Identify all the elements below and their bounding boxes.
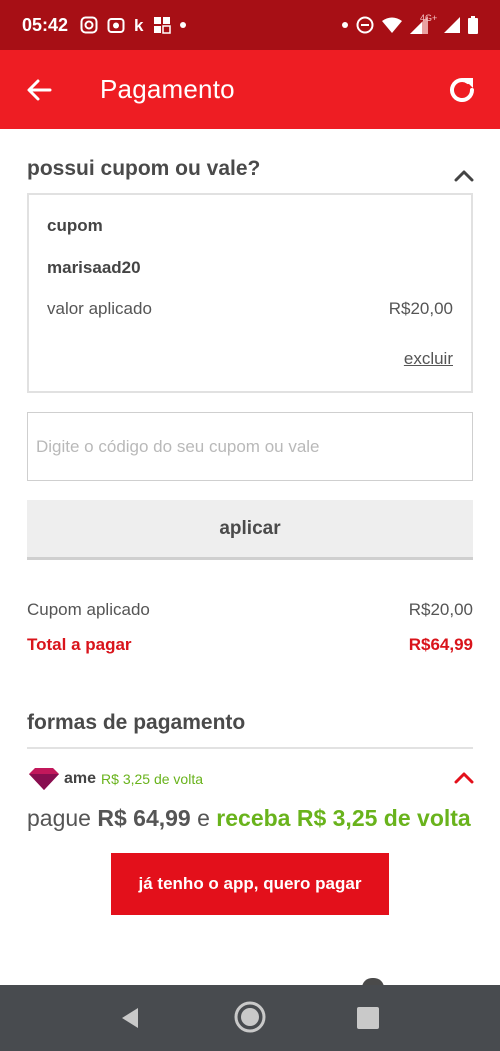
ame-pay-button[interactable]: já tenho o app, quero pagar [111, 853, 389, 915]
network-type: 4G+ [420, 13, 438, 23]
total-value: R$64,99 [408, 635, 473, 654]
coupon-code-input[interactable] [27, 412, 473, 481]
coupon-type-label: cupom [47, 216, 103, 235]
pay-amount: R$ 64,99 [97, 805, 191, 831]
nav-home-icon[interactable] [233, 1000, 267, 1034]
ame-payment-option[interactable]: ame R$ 3,25 de volta [27, 764, 473, 794]
remove-coupon-link[interactable]: excluir [404, 349, 453, 369]
section-divider [27, 747, 473, 749]
battery-icon [468, 16, 478, 34]
wifi-icon [382, 17, 402, 33]
notification-dot-right [342, 22, 348, 28]
app-bar: Pagamento [0, 50, 500, 129]
pay-conj: e [197, 805, 210, 831]
dnd-icon [356, 16, 374, 34]
camera-icon [107, 18, 125, 33]
receive-cashback-text: receba R$ 3,25 de volta [216, 805, 471, 831]
signal-icon: 4G+ [410, 13, 438, 34]
notification-dot [179, 22, 186, 28]
payment-section-heading: formas de pagamento [27, 711, 246, 734]
page-title: Pagamento [100, 74, 235, 104]
refresh-icon[interactable] [446, 74, 478, 106]
pay-prefix: pague [27, 805, 91, 831]
ame-cashback-badge: R$ 3,25 de volta [101, 771, 203, 787]
chevron-up-icon-ame[interactable] [454, 770, 474, 784]
ame-name: ame [64, 770, 97, 787]
applied-value: R$20,00 [388, 299, 453, 318]
coupon-code: marisaad20 [47, 258, 141, 277]
status-left-icons: k [80, 15, 186, 35]
total-label: Total a pagar [27, 635, 132, 654]
total-row: Total a pagar R$64,99 [27, 635, 473, 655]
status-time: 05:42 [22, 14, 69, 35]
applied-value-label: valor aplicado [47, 299, 152, 318]
ame-pay-summary: pague R$ 64,99 e receba R$ 3,25 de volta [27, 805, 471, 832]
ame-logo-icon [29, 768, 59, 790]
k-icon: k [134, 15, 144, 35]
nav-back-icon[interactable] [118, 1006, 142, 1030]
status-right-icons: 4G+ [342, 13, 478, 34]
status-bar: 05:42 k 4G+ [0, 0, 500, 50]
coupon-applied-row: Cupom aplicado R$20,00 [27, 600, 473, 620]
coupon-section-heading: possui cupom ou vale? [27, 157, 261, 180]
coupon-applied-label: Cupom aplicado [27, 600, 150, 619]
apply-coupon-button[interactable]: aplicar [27, 500, 473, 560]
coupon-applied-value: R$20,00 [408, 600, 473, 619]
chevron-up-icon[interactable] [454, 168, 474, 182]
signal-strength-icon [444, 17, 460, 33]
instagram-icon [80, 16, 98, 34]
arrow-left-icon[interactable] [26, 77, 52, 103]
nav-recents-icon[interactable] [357, 1007, 379, 1029]
grid-icon [153, 17, 171, 34]
applied-coupon-card: cupom marisaad20 valor aplicado R$20,00 … [27, 193, 473, 393]
